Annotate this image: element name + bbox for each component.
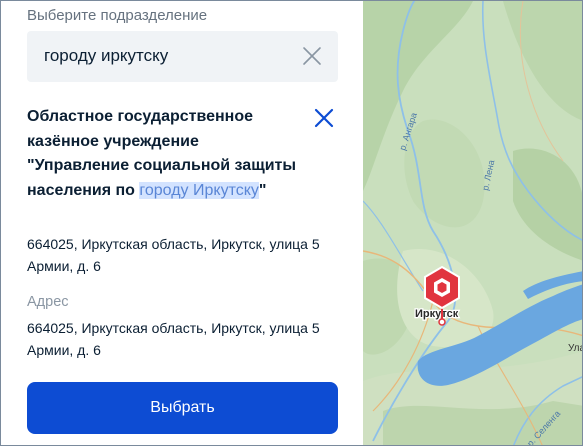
search-input-value[interactable]: городу иркутску	[44, 46, 168, 66]
address-label: Адрес	[27, 294, 69, 310]
search-match-highlight: городу Иркутску	[139, 181, 259, 199]
city-label-irkutsk: Иркутск	[415, 308, 459, 320]
details-panel: Выберите подразделение городу иркутску О…	[1, 1, 363, 445]
organization-address: 664025, Иркутская область, Иркутск, улиц…	[27, 236, 320, 274]
unit-select-label: Выберите подразделение	[27, 7, 208, 24]
unit-picker-window: Выберите подразделение городу иркутску О…	[0, 0, 583, 446]
map-canvas[interactable]: р. Ангара р. Лена р. Селенга Ула Иркутск	[363, 1, 583, 446]
unit-search-input[interactable]: городу иркутску	[27, 31, 338, 82]
clear-search-icon[interactable]	[300, 44, 324, 68]
map-view[interactable]: р. Ангара р. Лена р. Селенга Ула Иркутск	[363, 1, 583, 446]
close-icon[interactable]	[311, 105, 337, 131]
address-value: 664025, Иркутская область, Иркутск, улиц…	[27, 320, 320, 358]
select-button[interactable]: Выбрать	[27, 382, 338, 434]
city-ula-label: Ула	[568, 343, 583, 354]
organization-title-end: "	[258, 181, 267, 199]
organization-title: Областное государственное казённое учреж…	[27, 105, 297, 203]
